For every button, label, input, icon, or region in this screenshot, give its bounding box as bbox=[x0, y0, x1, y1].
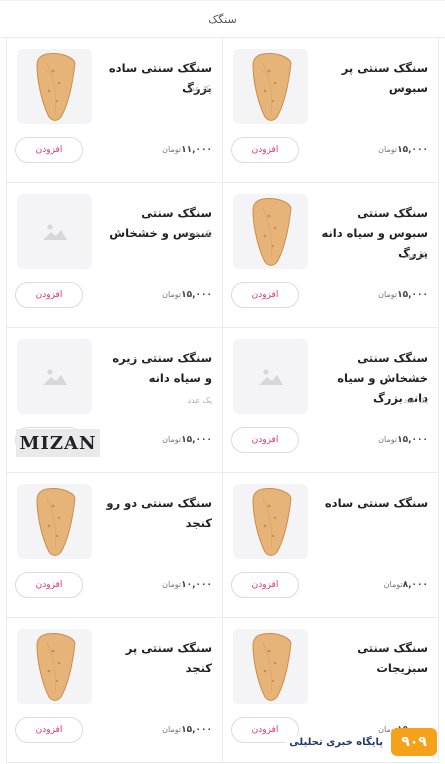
image-placeholder-icon bbox=[42, 369, 67, 385]
product-image[interactable] bbox=[17, 629, 92, 704]
card-footer: افزودن ۱۵,۰۰۰تومان bbox=[231, 427, 428, 453]
price-value: ۱۵,۰۰۰ bbox=[181, 290, 212, 300]
product-name: سنگک سنتی زیره و سیاه دانه bbox=[112, 351, 212, 385]
product-price: ۱۵,۰۰۰تومان bbox=[159, 725, 212, 735]
category-title: سنگک bbox=[208, 12, 237, 26]
add-to-cart-button[interactable]: افزودن bbox=[231, 572, 299, 598]
product-card[interactable]: سنگک سنتی ساده افزودن ۸,۰۰۰تومان bbox=[223, 473, 439, 618]
product-image[interactable] bbox=[233, 49, 308, 124]
product-unit: یک عدد bbox=[403, 251, 428, 260]
add-to-cart-button[interactable]: افزودن bbox=[15, 572, 83, 598]
add-to-cart-button[interactable]: افزودن bbox=[15, 137, 83, 163]
add-to-cart-button[interactable]: افزودن bbox=[15, 717, 83, 743]
image-placeholder-icon bbox=[42, 224, 67, 240]
card-footer: افزودن ۱۰,۰۰۰تومان bbox=[15, 572, 212, 598]
product-image-placeholder[interactable] bbox=[17, 339, 92, 414]
product-name: سنگک سنتی دو رو کنجد bbox=[106, 496, 212, 530]
product-card[interactable]: سنگک سنتی خشخاش و سیاه دانه بزرگ یک عدد اف… bbox=[223, 328, 439, 473]
add-to-cart-button[interactable]: افزودن bbox=[231, 282, 299, 308]
price-currency: تومان bbox=[162, 580, 182, 589]
product-card[interactable]: سنگک سنتی پر کنجد افزودن ۱۵,۰۰۰تومان bbox=[7, 618, 223, 763]
price-value: ۱۵,۰۰۰ bbox=[397, 435, 428, 445]
product-image-placeholder[interactable] bbox=[17, 194, 92, 269]
mizan-watermark: MIZAN bbox=[16, 429, 100, 457]
bread-image bbox=[35, 52, 76, 121]
product-name: سنگک سنتی پر کنجد bbox=[125, 641, 212, 675]
bread-image bbox=[251, 632, 292, 701]
card-footer: افزودن ۸,۰۰۰تومان bbox=[231, 572, 428, 598]
add-to-cart-button[interactable]: افزودن bbox=[15, 282, 83, 308]
product-card[interactable]: سنگک سنتی پر سبوس افزودن ۱۵,۰۰۰تومان bbox=[223, 38, 439, 183]
product-unit: یک عدد bbox=[187, 229, 212, 238]
product-name: سنگک سنتی سبزیجات bbox=[357, 641, 428, 675]
product-card[interactable]: سنگک سنتی سبوس و سیاه دانه بزرگ یک عدد افز… bbox=[223, 183, 439, 328]
page: سنگک سنگک سنتی پر سبوس افزودن ۱۵,۰۰۰تومان س… bbox=[0, 0, 445, 764]
product-card[interactable]: سنگک سنتی دو رو کنجد افزودن ۱۰,۰۰۰تومان bbox=[7, 473, 223, 618]
price-currency: تومان bbox=[378, 290, 398, 299]
product-price: ۱۵,۰۰۰تومان bbox=[375, 435, 428, 445]
price-currency: تومان bbox=[162, 435, 182, 444]
site-watermark: ۹۰۹ پایگاه خبری تحلیلی bbox=[285, 728, 437, 756]
product-card[interactable]: سنگک سنتی سبوس و خشخاش یک عدد افزودن ۱۵,۰۰۰… bbox=[7, 183, 223, 328]
product-price: ۸,۰۰۰تومان bbox=[381, 580, 428, 590]
price-currency: تومان bbox=[383, 580, 403, 589]
card-footer: افزودن ۱۵,۰۰۰تومان bbox=[231, 137, 428, 163]
category-header: سنگک bbox=[0, 0, 445, 38]
bread-image bbox=[251, 487, 292, 556]
add-to-cart-button[interactable]: افزودن bbox=[231, 427, 299, 453]
price-value: ۱۱,۰۰۰ bbox=[181, 145, 212, 155]
product-image[interactable] bbox=[233, 194, 308, 269]
card-footer: افزودن ۱۵,۰۰۰تومان bbox=[15, 282, 212, 308]
price-currency: تومان bbox=[162, 725, 182, 734]
site-logo-text: پایگاه خبری تحلیلی bbox=[285, 735, 387, 749]
product-unit: یک عدد bbox=[403, 396, 428, 405]
price-currency: تومان bbox=[162, 145, 182, 154]
product-image[interactable] bbox=[233, 629, 308, 704]
product-name: سنگک سنتی پر سبوس bbox=[341, 61, 428, 95]
product-price: ۱۱,۰۰۰تومان bbox=[159, 145, 212, 155]
price-value: ۱۵,۰۰۰ bbox=[397, 145, 428, 155]
product-image[interactable] bbox=[17, 484, 92, 559]
price-value: ۱۰,۰۰۰ bbox=[181, 580, 212, 590]
site-logo-mark: ۹۰۹ bbox=[391, 728, 437, 756]
price-currency: تومان bbox=[378, 435, 398, 444]
bread-image bbox=[251, 52, 292, 121]
price-value: ۸,۰۰۰ bbox=[402, 580, 428, 590]
card-footer: افزودن ۱۱,۰۰۰تومان bbox=[15, 137, 212, 163]
product-price: ۱۵,۰۰۰تومان bbox=[159, 290, 212, 300]
product-image-placeholder[interactable] bbox=[233, 339, 308, 414]
product-grid: سنگک سنتی پر سبوس افزودن ۱۵,۰۰۰تومان سنگک س… bbox=[6, 38, 439, 763]
price-value: ۱۵,۰۰۰ bbox=[181, 435, 212, 445]
image-placeholder-icon bbox=[258, 369, 283, 385]
product-price: ۱۰,۰۰۰تومان bbox=[159, 580, 212, 590]
bread-image bbox=[251, 197, 292, 266]
product-price: ۱۵,۰۰۰تومان bbox=[375, 290, 428, 300]
card-footer: افزودن ۱۵,۰۰۰تومان bbox=[231, 282, 428, 308]
bread-image bbox=[35, 632, 76, 701]
bread-image bbox=[35, 487, 76, 556]
card-footer: افزودن ۱۵,۰۰۰تومان bbox=[15, 717, 212, 743]
product-price: ۱۵,۰۰۰تومان bbox=[375, 145, 428, 155]
add-to-cart-button[interactable]: افزودن bbox=[231, 137, 299, 163]
product-unit: یک عدد bbox=[187, 84, 212, 93]
price-currency: تومان bbox=[378, 145, 398, 154]
product-name: سنگک سنتی ساده bbox=[324, 496, 428, 510]
product-unit: یک عدد bbox=[187, 396, 212, 405]
product-image[interactable] bbox=[233, 484, 308, 559]
price-value: ۱۵,۰۰۰ bbox=[181, 725, 212, 735]
price-currency: تومان bbox=[162, 290, 182, 299]
product-price: ۱۵,۰۰۰تومان bbox=[159, 435, 212, 445]
product-image[interactable] bbox=[17, 49, 92, 124]
price-value: ۱۵,۰۰۰ bbox=[397, 290, 428, 300]
product-card[interactable]: سنگک سنتی ساده بزرگ یک عدد افزودن ۱۱,۰۰۰توم… bbox=[7, 38, 223, 183]
